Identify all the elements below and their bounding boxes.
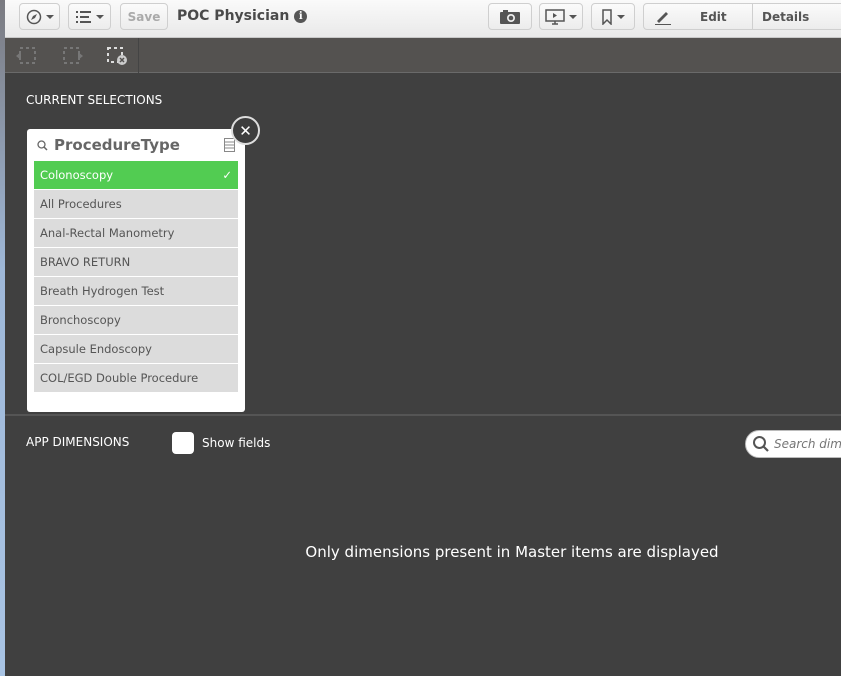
list-view-icon[interactable] — [224, 138, 235, 152]
listbox-item[interactable]: All Procedures — [34, 190, 238, 219]
caret-icon — [95, 14, 104, 19]
compass-icon — [26, 9, 41, 24]
caret-icon — [617, 14, 625, 19]
show-fields-label: Show fields — [202, 436, 271, 450]
app-dimensions-heading: APP DIMENSIONS — [26, 435, 130, 449]
close-icon: ✕ — [239, 121, 252, 140]
listbox-item-label: Breath Hydrogen Test — [40, 284, 165, 298]
section-divider — [5, 414, 841, 416]
clear-selection-button[interactable]: ✕ — [231, 116, 260, 145]
snapshot-button[interactable] — [488, 3, 532, 30]
app-title-text: POC Physician — [177, 8, 290, 24]
listbox-item[interactable]: Anal-Rectal Manometry — [34, 219, 238, 248]
details-button[interactable]: Details — [752, 3, 841, 30]
empty-dimensions-message: Only dimensions present in Master items … — [305, 543, 719, 561]
save-button[interactable]: Save — [120, 3, 168, 30]
clear-all-selections-icon[interactable] — [106, 47, 128, 65]
app-title: POC Physician i — [177, 8, 308, 24]
listbox-item-label: BRAVO RETURN — [40, 255, 131, 269]
listbox-item-label: All Procedures — [40, 197, 122, 211]
step-forward-icon[interactable] — [62, 47, 84, 65]
step-back-icon[interactable] — [15, 47, 37, 65]
listbox-item[interactable]: Capsule Endoscopy — [34, 335, 238, 364]
present-button[interactable] — [539, 3, 583, 30]
check-icon: ✓ — [222, 168, 232, 182]
field-name: ProcedureType — [54, 136, 180, 154]
selection-listbox: ProcedureType Colonoscopy ✓ All Procedures… — [27, 129, 245, 412]
show-fields-checkbox[interactable] — [172, 432, 194, 454]
listbox-item[interactable]: Colonoscopy ✓ — [34, 161, 238, 190]
listbox-item-label: Capsule Endoscopy — [40, 342, 152, 356]
search-icon[interactable] — [37, 139, 48, 151]
edit-label: Edit — [700, 9, 727, 24]
desktop-edge — [0, 0, 5, 676]
search-icon — [753, 436, 769, 452]
caret-icon — [45, 14, 54, 19]
toolbar-separator — [138, 38, 139, 73]
list-icon — [75, 10, 91, 23]
search-dimensions-field[interactable] — [745, 430, 841, 458]
listbox-item-label: COL/EGD Double Procedure — [40, 371, 199, 385]
listbox-item[interactable]: Bronchoscopy — [34, 306, 238, 335]
bookmark-button[interactable] — [591, 3, 635, 30]
listbox-item-label: Bronchoscopy — [40, 313, 121, 327]
caret-icon — [569, 14, 577, 19]
listbox-item[interactable]: Breath Hydrogen Test — [34, 277, 238, 306]
toolbar: Save POC Physician i Edit Details — [5, 0, 841, 38]
listbox-item[interactable]: BRAVO RETURN — [34, 248, 238, 277]
menu-button[interactable] — [68, 3, 111, 30]
listbox-item-label: Colonoscopy — [40, 168, 114, 182]
bookmark-icon — [602, 8, 612, 25]
presentation-icon — [545, 8, 565, 25]
search-dimensions-input[interactable] — [774, 437, 841, 451]
listbox-header[interactable]: ProcedureType — [27, 129, 245, 161]
pencil-icon — [655, 11, 671, 25]
listbox-item-label: Anal-Rectal Manometry — [40, 226, 175, 240]
navigation-button[interactable] — [19, 3, 60, 30]
info-icon[interactable]: i — [294, 9, 308, 23]
camera-icon — [500, 10, 520, 24]
current-selections-heading: CURRENT SELECTIONS — [26, 93, 163, 107]
edit-button[interactable]: Edit — [643, 3, 753, 30]
selections-toolbar — [5, 38, 841, 73]
listbox-item[interactable]: COL/EGD Double Procedure — [34, 364, 238, 393]
